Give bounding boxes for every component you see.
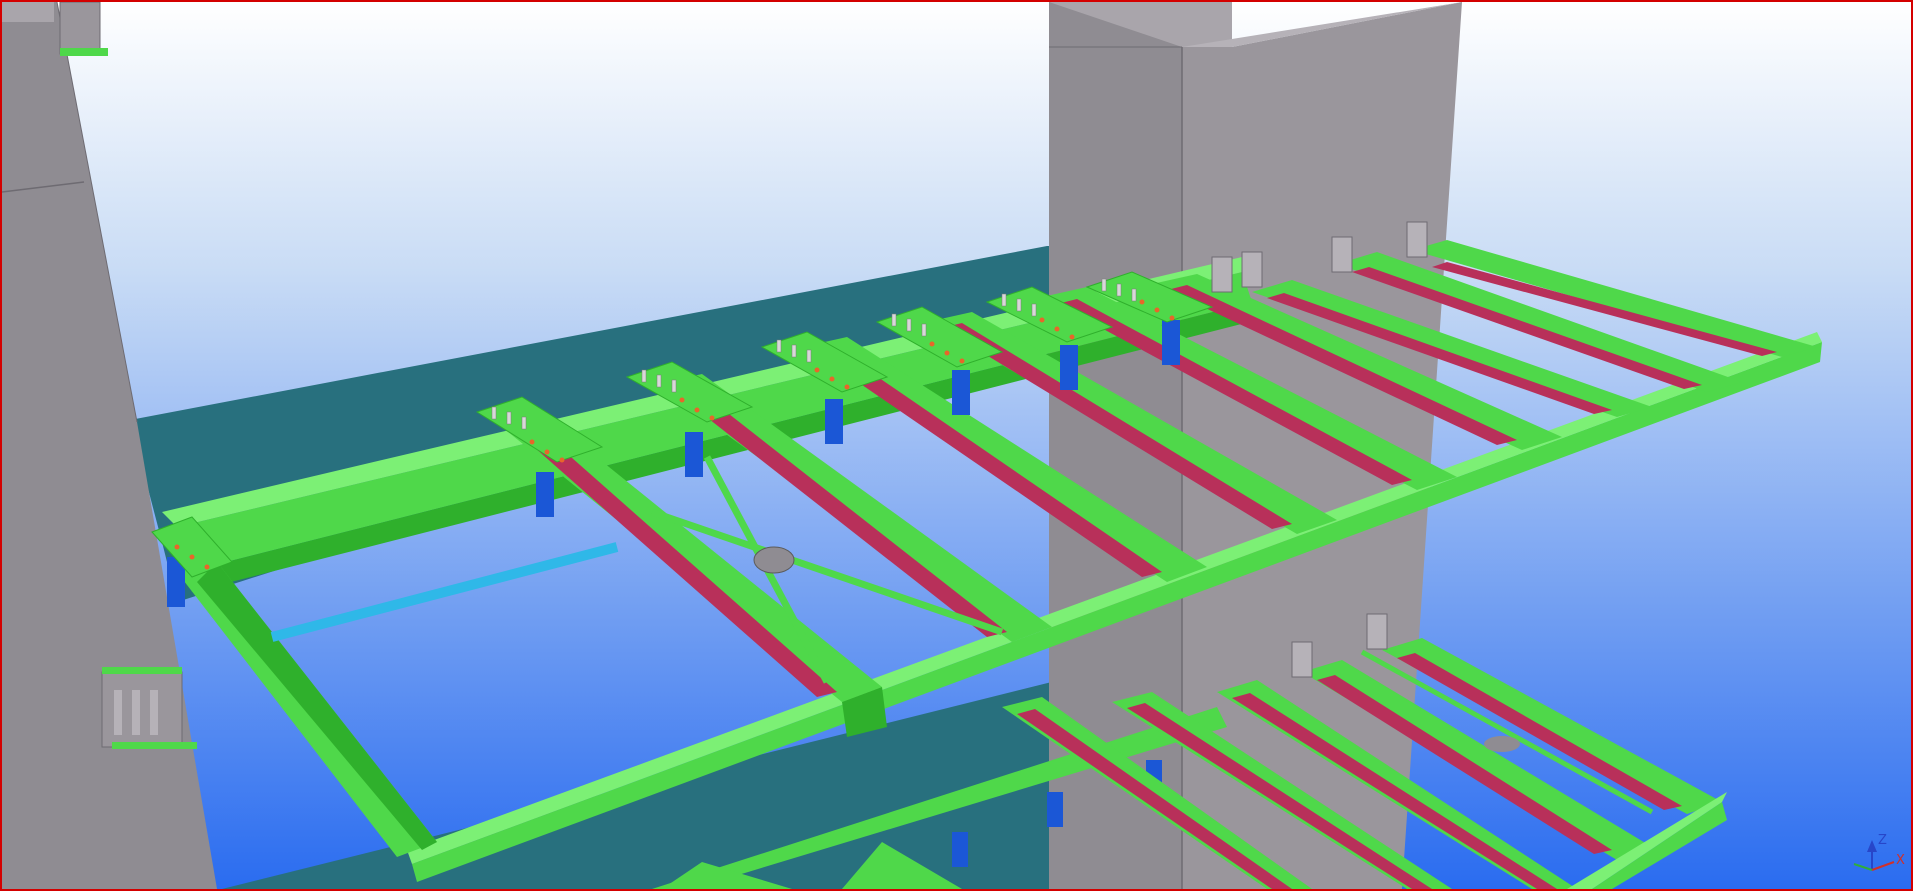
axis-x-label: X	[1896, 853, 1905, 868]
model-scene[interactable]: Z X	[2, 2, 1911, 889]
axis-z-label: Z	[1878, 833, 1887, 848]
model-view-3d[interactable]: Z X	[0, 0, 1913, 891]
